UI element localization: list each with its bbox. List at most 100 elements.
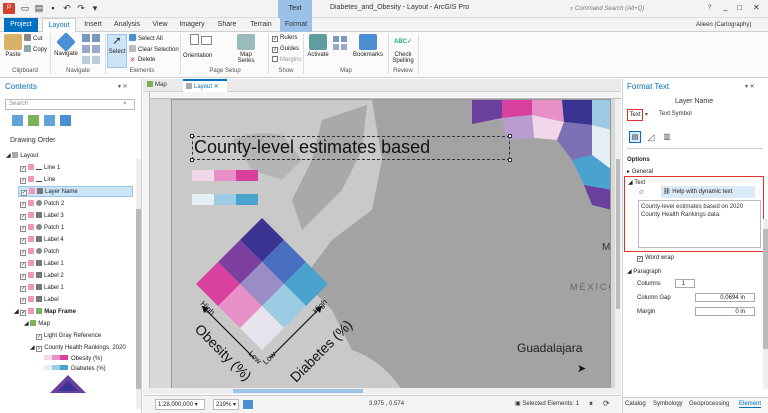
general-section-toggle[interactable]: ▸ General xyxy=(627,168,653,175)
tab-imagery[interactable]: Imagery xyxy=(176,18,208,32)
chevron-down-icon[interactable]: ▾ xyxy=(645,111,648,118)
resize-handle[interactable] xyxy=(190,158,194,162)
tab-share[interactable]: Share xyxy=(214,18,240,32)
tree-map-frame[interactable]: ◢ ✓ Map Frame xyxy=(14,307,76,318)
customize-icon[interactable]: ▾ xyxy=(89,3,101,14)
previous-extent-icon[interactable] xyxy=(92,45,100,53)
zoom-out-icon[interactable] xyxy=(92,34,100,42)
clear-selection-button[interactable]: Clear Selection xyxy=(129,45,179,54)
h-scrollbar-thumb[interactable] xyxy=(233,389,363,393)
patch-obesity[interactable] xyxy=(192,170,258,181)
tree-county-health[interactable]: ◢ ✓ County Health Rankings, 2020 xyxy=(30,343,126,354)
tree-item-line[interactable]: ✓ Line xyxy=(20,175,55,186)
layout-canvas[interactable]: M MÉXICO Guadalajara ➤ County-level esti… xyxy=(143,92,621,394)
close-tab-icon[interactable]: ✕ xyxy=(214,84,219,90)
maximize-icon[interactable]: □ xyxy=(737,3,742,12)
tab-insert[interactable]: Insert xyxy=(80,18,106,32)
canvas-h-scrollbar[interactable] xyxy=(143,388,621,394)
activate-button[interactable]: Activate xyxy=(306,34,330,58)
text-section-toggle[interactable]: ◢ Text xyxy=(628,179,645,186)
delete-button[interactable]: ✕ Delete xyxy=(129,56,156,65)
dynamic-text-icon[interactable]: ⌀ xyxy=(639,187,649,197)
pause-drawing-icon[interactable]: ⏸ xyxy=(589,399,593,409)
check-spelling-button[interactable]: ABC✓ Check Spelling xyxy=(390,34,416,64)
contents-search-input[interactable]: Search ⌕ xyxy=(5,99,135,110)
columns-stepper[interactable]: 1 xyxy=(675,279,695,288)
text-value-textarea[interactable]: County-level estimates based on 2020 Cou… xyxy=(638,200,761,248)
tab-layout-view[interactable]: Layout ✕ xyxy=(183,79,227,92)
tree-item-patch-1[interactable]: ✓ Patch 1 xyxy=(20,223,64,234)
symbol-tab-icon[interactable]: ◿ xyxy=(645,131,657,143)
margins-checkbox[interactable]: Margins xyxy=(272,56,301,65)
undo-icon[interactable]: ↶ xyxy=(61,3,73,14)
resize-handle[interactable] xyxy=(190,134,194,138)
text-type-dropdown[interactable]: Text xyxy=(627,109,643,121)
drawing-order-icon[interactable] xyxy=(12,115,23,126)
format-scrollbar[interactable] xyxy=(763,219,768,389)
minimize-icon[interactable]: – xyxy=(723,6,727,15)
tab-catalog[interactable]: Catalog xyxy=(625,401,646,407)
margins-icon[interactable] xyxy=(201,36,212,45)
tab-layout[interactable]: Layout xyxy=(42,18,76,32)
tree-item-label[interactable]: ✓ Label xyxy=(20,295,59,306)
scrollbar-thumb[interactable] xyxy=(763,229,768,349)
column-gap-input[interactable]: 0.0694 in xyxy=(695,293,755,302)
paragraph-section-toggle[interactable]: ◢ Paragraph xyxy=(627,268,661,275)
tree-item-patch-2[interactable]: ✓ Patch 2 xyxy=(20,199,64,210)
redo-icon[interactable]: ↷ xyxy=(75,3,87,14)
map-tool-icon[interactable] xyxy=(333,36,339,42)
tree-item-label-3[interactable]: ✓ Label 3 xyxy=(20,211,64,222)
save-icon[interactable]: ▪ xyxy=(47,3,59,14)
tree-item-layer-name-selected[interactable]: ✓ Layer Name xyxy=(18,186,133,197)
page-width-icon[interactable] xyxy=(82,56,90,64)
zoom-in-icon[interactable] xyxy=(82,34,90,42)
scrollbar-thumb[interactable] xyxy=(136,209,141,389)
full-extent-icon[interactable] xyxy=(82,45,90,53)
orientation-button[interactable]: Orientation xyxy=(183,52,212,61)
page-size-icon[interactable] xyxy=(190,34,199,45)
tab-analysis[interactable]: Analysis xyxy=(110,18,144,32)
tree-item-label-1a[interactable]: ✓ Label 1 xyxy=(20,259,64,270)
word-wrap-checkbox[interactable]: ✓ Word wrap xyxy=(637,255,674,262)
tree-layout[interactable]: ◢ Layout xyxy=(6,151,38,162)
resize-handle[interactable] xyxy=(508,134,512,138)
tree-item-label-4[interactable]: ✓ Label 4 xyxy=(20,235,64,246)
cut-button[interactable]: Cut xyxy=(24,34,42,43)
fit-page-icon[interactable] xyxy=(243,400,253,409)
navigate-button[interactable]: Navigate xyxy=(53,32,79,57)
refresh-icon[interactable]: ⟳ xyxy=(603,399,610,408)
list-by-selection-icon[interactable] xyxy=(28,115,39,126)
list-by-editing-icon[interactable] xyxy=(44,115,55,126)
tab-view[interactable]: View xyxy=(148,18,172,32)
display-tab-icon[interactable]: ▥ xyxy=(661,131,673,143)
scale-dropdown[interactable]: 1:28,000,000 ▾ xyxy=(155,399,205,410)
tab-map-view[interactable]: Map xyxy=(147,80,181,91)
help-button[interactable]: ? xyxy=(708,5,711,11)
tab-geoprocessing[interactable]: Geoprocessing xyxy=(689,401,729,407)
pane-options-icon[interactable]: ▾ ✕ xyxy=(745,83,755,90)
tab-terrain[interactable]: Terrain xyxy=(246,18,276,32)
copy-button[interactable]: Copy xyxy=(24,45,47,54)
user-account[interactable]: Aileen (Cartography) xyxy=(696,20,762,30)
tree-item-label-1b[interactable]: ✓ Label 1 xyxy=(20,283,64,294)
patch-diabetes[interactable] xyxy=(192,194,258,205)
text-symbol-tab[interactable]: Text Symbol xyxy=(659,111,692,117)
tab-format[interactable]: Format xyxy=(280,18,312,32)
map-series-button[interactable]: Map Series xyxy=(233,34,259,64)
select-button[interactable]: ➚ Select xyxy=(107,34,127,68)
close-icon[interactable]: ✕ xyxy=(753,3,760,12)
map-tool-icon[interactable] xyxy=(341,44,347,50)
tree-item-line-1[interactable]: ✓ Line 1 xyxy=(20,163,60,174)
help-dynamic-text-button[interactable]: ⛓ Help with dynamic text xyxy=(661,186,755,198)
tree-item-patch[interactable]: ✓ Patch xyxy=(20,247,59,258)
zoom-dropdown[interactable]: 219% ▾ xyxy=(213,399,239,410)
open-icon[interactable]: ▤ xyxy=(33,3,45,14)
title-text-element-selected[interactable]: County-level estimates based xyxy=(190,134,512,162)
tab-project[interactable]: Project xyxy=(4,18,38,32)
tree-item-label-2[interactable]: ✓ Label 2 xyxy=(20,271,64,282)
tree-light-gray[interactable]: ✓ Light Gray Reference xyxy=(36,331,101,342)
guides-checkbox[interactable]: ✓ Guides xyxy=(272,45,299,54)
paste-button[interactable]: Paste xyxy=(3,34,23,58)
new-icon[interactable]: ▭ xyxy=(19,3,31,14)
command-search[interactable]: ⌕ Command Search (Alt+Q) xyxy=(570,3,696,15)
